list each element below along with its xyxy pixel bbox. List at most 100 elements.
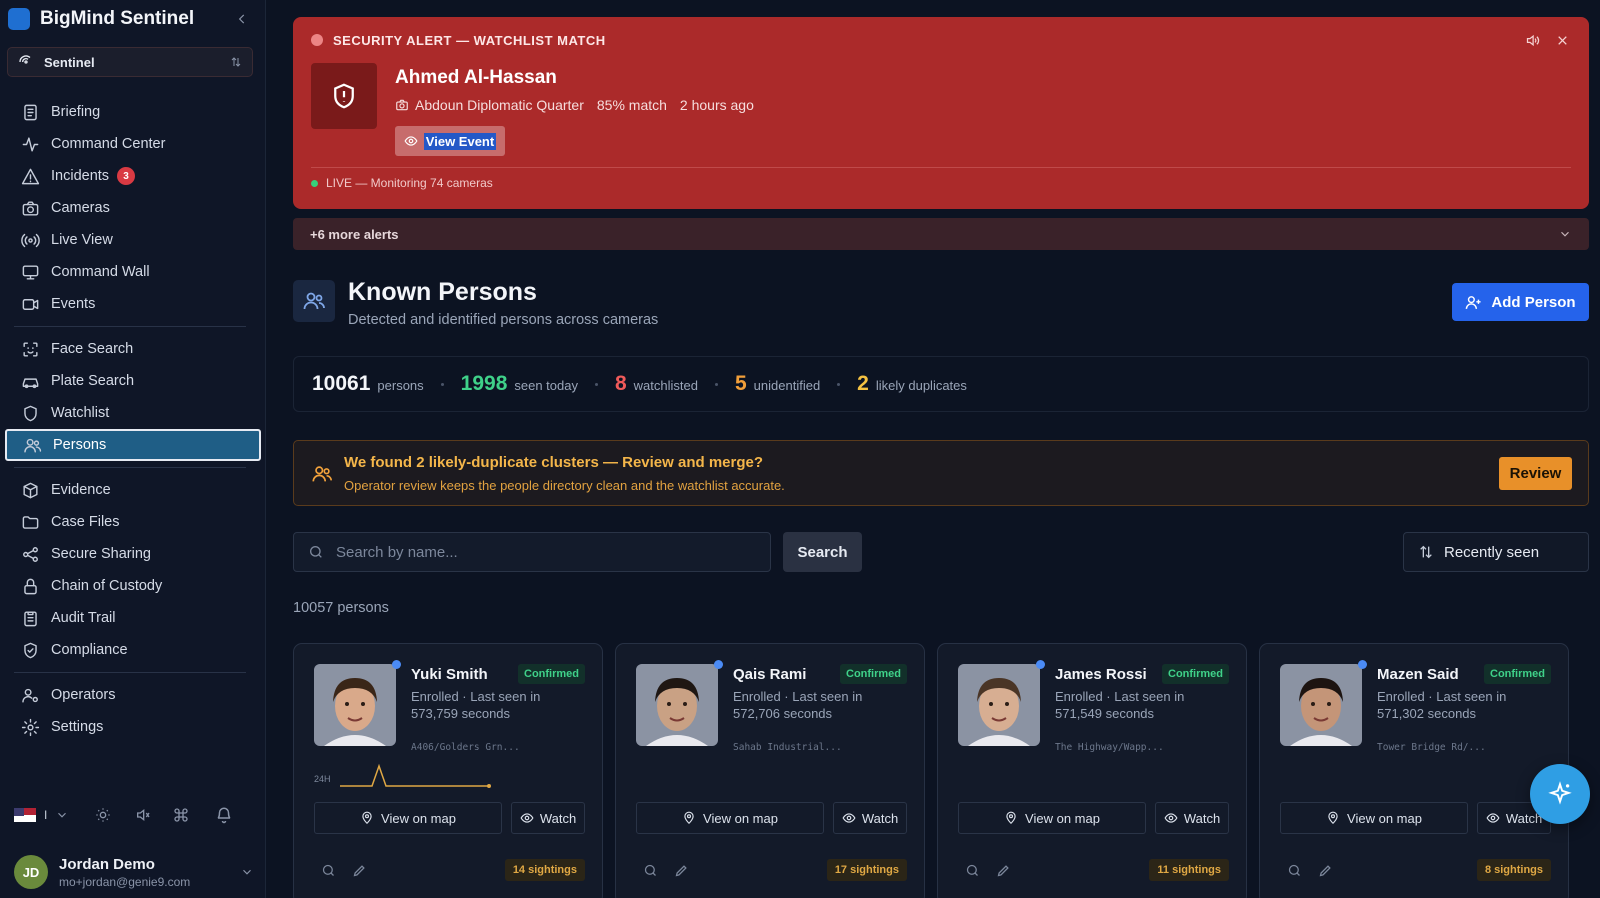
sidebar-item-settings[interactable]: Settings [0, 711, 266, 743]
search-icon[interactable] [320, 862, 336, 878]
more-alerts-bar[interactable]: +6 more alerts [293, 218, 1589, 250]
search-icon [308, 544, 324, 560]
close-icon[interactable] [1553, 31, 1571, 49]
sidebar-item-label: Audit Trail [51, 610, 116, 626]
search-input[interactable] [336, 543, 756, 561]
edit-pencil-icon[interactable] [673, 862, 689, 878]
watch-button[interactable]: Watch [833, 802, 907, 834]
monitor-icon [20, 262, 40, 282]
edit-pencil-icon[interactable] [351, 862, 367, 878]
user-menu[interactable]: JD Jordan Demo mo+jordan@genie9.com [14, 852, 254, 892]
search-field[interactable] [293, 532, 771, 572]
sort-label: Recently seen [1444, 543, 1540, 561]
sort-dropdown[interactable]: Recently seen [1403, 532, 1589, 572]
add-person-label: Add Person [1491, 293, 1576, 311]
sidebar-item-command-center[interactable]: Command Center [0, 128, 266, 160]
status-badge: Confirmed [840, 664, 907, 684]
sidebar-item-chain-of-custody[interactable]: Chain of Custody [0, 570, 266, 602]
sidebar-item-cameras[interactable]: Cameras [0, 192, 266, 224]
add-person-button[interactable]: Add Person [1452, 283, 1589, 321]
live-status: LIVE — Monitoring 74 cameras [311, 176, 493, 190]
online-indicator [714, 660, 723, 669]
stat-separator [594, 382, 598, 386]
map-pin-icon [360, 811, 374, 825]
sidebar-item-operators[interactable]: Operators [0, 679, 266, 711]
alert-person-name: Ahmed Al-Hassan [395, 67, 557, 88]
search-button[interactable]: Search [783, 532, 862, 572]
bell-icon[interactable] [215, 806, 233, 824]
view-on-map-button[interactable]: View on map [636, 802, 824, 834]
chevron-left-icon[interactable] [232, 9, 252, 29]
chevron-down-icon[interactable] [240, 865, 254, 879]
sidebar-item-compliance[interactable]: Compliance [0, 634, 266, 666]
sidebar-item-audit-trail[interactable]: Audit Trail [0, 602, 266, 634]
view-on-map-button[interactable]: View on map [958, 802, 1146, 834]
person-card-grid: Yuki Smith Confirmed Enrolled · Last seen … [293, 643, 1589, 898]
command-key-icon[interactable] [173, 807, 189, 823]
warning-icon [20, 166, 40, 186]
sidebar-item-plate-search[interactable]: Plate Search [0, 365, 266, 397]
mute-icon[interactable] [135, 807, 151, 823]
chevron-down-icon[interactable] [55, 808, 69, 822]
person-photo-drawing [314, 664, 396, 746]
speaker-icon[interactable] [1523, 31, 1541, 49]
stat-item: 2 likely duplicates [857, 372, 967, 396]
alert-time: 2 hours ago [679, 97, 754, 113]
search-icon[interactable] [642, 862, 658, 878]
view-on-map-button[interactable]: View on map [314, 802, 502, 834]
person-card[interactable]: Mazen Said Confirmed Enrolled · Last seen … [1259, 643, 1569, 898]
sidebar-item-label: Live View [51, 232, 113, 248]
view-event-button[interactable]: View Event [395, 126, 505, 156]
sidebar-item-events[interactable]: Events [0, 288, 266, 320]
person-name[interactable]: Qais Rami [733, 666, 806, 683]
security-alert: SECURITY ALERT — WATCHLIST MATCH Ahmed A… [293, 17, 1589, 209]
person-name[interactable]: Yuki Smith [411, 666, 488, 683]
stat-label: likely duplicates [875, 378, 967, 393]
gear-icon [20, 717, 40, 737]
stats-bar: 10061 persons 1998 seen today 8 watchlisted 5 u… [293, 356, 1589, 412]
watch-button[interactable]: Watch [1155, 802, 1229, 834]
language-code[interactable]: I [44, 808, 47, 822]
broadcast-icon [20, 230, 40, 250]
workspace-switcher[interactable]: Sentinel [7, 47, 253, 77]
sun-icon[interactable] [95, 807, 111, 823]
sidebar-item-command-wall[interactable]: Command Wall [0, 256, 266, 288]
us-flag-icon[interactable] [14, 808, 36, 822]
stat-value: 5 [734, 372, 747, 395]
person-photo [636, 664, 718, 746]
sidebar-item-secure-sharing[interactable]: Secure Sharing [0, 538, 266, 570]
edit-pencil-icon[interactable] [995, 862, 1011, 878]
person-name[interactable]: James Rossi [1055, 666, 1147, 683]
sidebar-item-persons[interactable]: Persons [5, 429, 261, 461]
stat-item: 10061 persons [312, 372, 424, 396]
online-indicator [1358, 660, 1367, 669]
search-icon[interactable] [964, 862, 980, 878]
sightings-badge: 14 sightings [504, 859, 585, 881]
users-icon [310, 462, 334, 486]
review-button[interactable]: Review [1499, 457, 1572, 490]
view-on-map-button[interactable]: View on map [1280, 802, 1468, 834]
sidebar-item-briefing[interactable]: Briefing [0, 96, 266, 128]
person-card[interactable]: James Rossi Confirmed Enrolled · Last seen… [937, 643, 1247, 898]
last-location: The Highway/Wapp... [1055, 742, 1164, 753]
sidebar-item-live-view[interactable]: Live View [0, 224, 266, 256]
sidebar-item-label: Watchlist [51, 405, 110, 421]
sidebar-item-evidence[interactable]: Evidence [0, 474, 266, 506]
eye-icon [1486, 811, 1500, 825]
sidebar-item-label: Compliance [51, 642, 128, 658]
edit-pencil-icon[interactable] [1317, 862, 1333, 878]
person-card[interactable]: Yuki Smith Confirmed Enrolled · Last seen … [293, 643, 603, 898]
sidebar-item-case-files[interactable]: Case Files [0, 506, 266, 538]
ai-assistant-button[interactable] [1530, 764, 1590, 824]
person-card[interactable]: Qais Rami Confirmed Enrolled · Last seen i… [615, 643, 925, 898]
stat-label: unidentified [753, 378, 821, 393]
sidebar-item-incidents[interactable]: Incidents 3 [0, 160, 266, 192]
sidebar-item-face-search[interactable]: Face Search [0, 333, 266, 365]
search-icon[interactable] [1286, 862, 1302, 878]
live-label: LIVE — Monitoring 74 cameras [326, 176, 493, 190]
sidebar-item-watchlist[interactable]: Watchlist [0, 397, 266, 429]
sidebar-item-label: Plate Search [51, 373, 135, 389]
camera-icon [20, 198, 40, 218]
person-name[interactable]: Mazen Said [1377, 666, 1459, 683]
watch-button[interactable]: Watch [511, 802, 585, 834]
